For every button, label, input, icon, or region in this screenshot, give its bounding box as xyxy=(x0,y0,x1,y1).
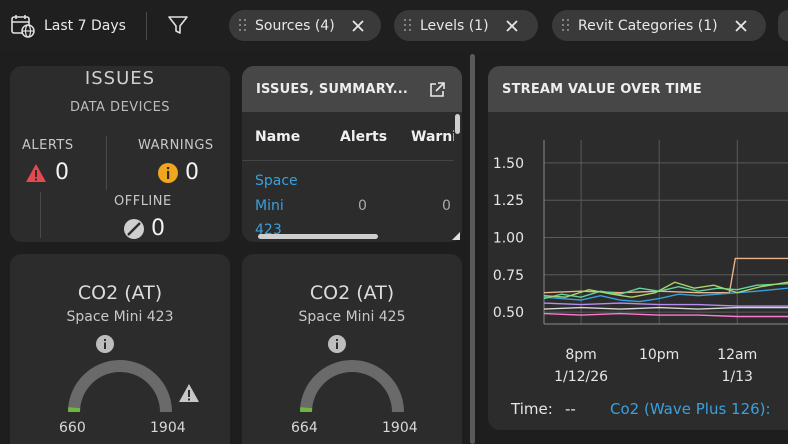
filter-chip-sources[interactable]: Sources (4) xyxy=(229,10,381,41)
y-tick-label: 0.75 xyxy=(493,268,524,284)
issues-subtitle: DATA DEVICES xyxy=(69,100,171,115)
x-tick-label: 8pm xyxy=(565,347,596,363)
gauge-min: 660 xyxy=(59,420,86,436)
alerts-value[interactable]: 0 xyxy=(55,160,69,185)
vertical-scrollbar[interactable] xyxy=(455,114,460,134)
stream-value-title: STREAM VALUE OVER TIME xyxy=(502,81,702,97)
gauge-min: 664 xyxy=(291,420,318,436)
gauge-subtitle: Space Mini 423 xyxy=(66,309,174,325)
y-tick-label: 1.25 xyxy=(493,193,524,209)
column-header-name[interactable]: Name xyxy=(255,129,300,145)
drag-handle-icon[interactable] xyxy=(404,18,412,33)
y-tick-label: 1.00 xyxy=(493,230,524,246)
x-tick-label: 1/13 xyxy=(722,369,753,385)
horizontal-scrollbar[interactable] xyxy=(258,234,378,239)
alert-triangle-icon xyxy=(26,164,46,182)
panel-splitter[interactable] xyxy=(470,54,475,444)
x-tick-label: 1/12/26 xyxy=(554,369,608,385)
time-label: Time: xyxy=(511,400,553,418)
gauge-title: CO2 (AT) xyxy=(309,282,395,304)
column-header-alerts[interactable]: Alerts xyxy=(340,129,387,145)
stream-value-chart[interactable]: 1.50 1.25 1.00 0.75 0.50 8pm 1/12/26 10pm 12am 1/… xyxy=(488,112,788,392)
date-range-button[interactable]: Last 7 Days xyxy=(10,12,126,40)
gauge-card-space-mini-425: CO2 (AT) Space Mini 425 664 1904 xyxy=(242,254,462,444)
stat-divider xyxy=(106,136,107,190)
gauge-card-space-mini-423: CO2 (AT) Space Mini 423 660 1904 xyxy=(10,254,230,444)
gauge-max: 1904 xyxy=(382,420,418,436)
offline-label: OFFLINE xyxy=(114,194,172,209)
warnings-label: WARNINGS xyxy=(138,138,214,153)
table-cell-name[interactable]: 423 xyxy=(255,222,282,234)
issues-summary-title: ISSUES, SUMMARY... xyxy=(256,81,409,97)
filter-chip-levels[interactable]: Levels (1) xyxy=(394,10,538,41)
warning-triangle-icon xyxy=(179,384,199,402)
table-cell-name[interactable]: Mini xyxy=(255,198,284,214)
gauge-subtitle: Space Mini 425 xyxy=(298,309,406,325)
filter-chip-label: Revit Categories (1) xyxy=(578,17,718,34)
date-range-label: Last 7 Days xyxy=(44,18,126,34)
stat-divider xyxy=(40,192,41,238)
filter-icon[interactable] xyxy=(166,13,190,37)
toolbar-divider xyxy=(146,12,147,40)
table-cell-name[interactable]: Space xyxy=(255,173,298,189)
info-icon[interactable] xyxy=(95,334,115,354)
info-warning-icon xyxy=(158,163,178,183)
filter-chip-label: Sources (4) xyxy=(255,17,335,34)
gauge-title: CO2 (AT) xyxy=(77,282,163,304)
offline-icon xyxy=(124,219,144,239)
table-row-clip: 423 xyxy=(255,222,295,234)
resize-handle-icon[interactable] xyxy=(452,232,460,240)
issues-card xyxy=(10,66,230,242)
stream-value-header: STREAM VALUE OVER TIME xyxy=(488,66,788,112)
table-header-divider xyxy=(242,160,454,161)
external-link-icon[interactable] xyxy=(428,81,446,99)
filter-chip-overflow[interactable] xyxy=(778,10,788,41)
gauge-arc xyxy=(67,360,172,413)
legend-series-co2-wave-plus-126[interactable]: Co2 (Wave Plus 126): xyxy=(610,400,771,418)
column-header-warnings[interactable]: Warni xyxy=(411,129,454,145)
table-cell-alerts: 0 xyxy=(358,198,367,214)
y-tick-label: 0.50 xyxy=(493,305,524,321)
close-icon[interactable] xyxy=(734,19,748,33)
drag-handle-icon[interactable] xyxy=(562,18,570,33)
filter-chip-label: Levels (1) xyxy=(420,17,489,34)
warnings-value[interactable]: 0 xyxy=(185,160,199,185)
info-icon[interactable] xyxy=(327,334,347,354)
gauge-max: 1904 xyxy=(150,420,186,436)
drag-handle-icon[interactable] xyxy=(239,18,247,33)
gauge-arc xyxy=(299,360,404,413)
calendar-globe-icon xyxy=(11,15,35,38)
filter-toolbar: Last 7 Days Sources (4) Levels (1) Revit… xyxy=(0,0,788,52)
issues-title: ISSUES xyxy=(84,68,156,89)
table-cell-warnings: 0 xyxy=(442,198,451,214)
y-tick-label: 1.50 xyxy=(493,156,524,172)
close-icon[interactable] xyxy=(351,19,365,33)
alerts-label: ALERTS xyxy=(22,138,74,153)
x-tick-label: 10pm xyxy=(639,347,679,363)
x-tick-label: 12am xyxy=(717,347,757,363)
time-value: -- xyxy=(565,400,576,418)
filter-chip-revit-categories[interactable]: Revit Categories (1) xyxy=(552,10,766,41)
offline-value[interactable]: 0 xyxy=(151,216,165,241)
close-icon[interactable] xyxy=(505,19,519,33)
